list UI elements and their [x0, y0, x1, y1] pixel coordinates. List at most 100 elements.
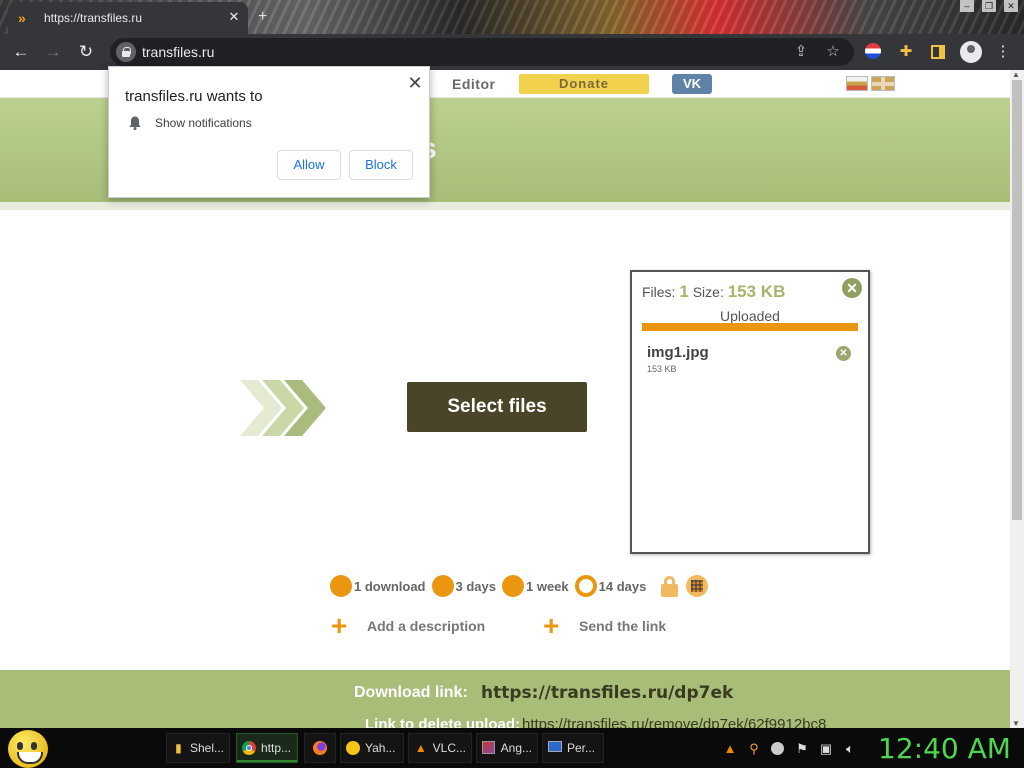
- forward-icon[interactable]: →: [43, 42, 63, 62]
- browser-tab-strip: » https://transfiles.ru ✕ + – ❐ ✕: [0, 0, 1024, 34]
- files-label: Files:: [642, 284, 676, 300]
- bell-icon: [129, 116, 141, 130]
- qr-code-icon[interactable]: [686, 575, 709, 597]
- taskbar-item-yahoo[interactable]: Yah...: [340, 733, 404, 763]
- search-tray-icon[interactable]: ⚲: [746, 741, 762, 757]
- taskbar-clock[interactable]: 12:40 AM: [878, 732, 1011, 765]
- option-label: 1 download: [354, 578, 426, 594]
- lock-icon[interactable]: [116, 42, 136, 62]
- page-scrollbar[interactable]: ▲ ▼: [1010, 70, 1024, 728]
- files-count: 1: [679, 282, 689, 301]
- option-label: 1 week: [525, 578, 569, 594]
- block-button[interactable]: Block: [349, 150, 413, 180]
- radio-icon[interactable]: [501, 575, 524, 597]
- nav-editor-link[interactable]: Editor: [452, 76, 495, 92]
- firefox-icon: [313, 741, 327, 755]
- taskbar-item-shell[interactable]: ▮ Shel...: [166, 733, 230, 763]
- password-lock-icon[interactable]: [660, 575, 679, 597]
- task-label: Shel...: [189, 741, 224, 755]
- scrollbar-thumb[interactable]: [1012, 80, 1022, 520]
- browser-toolbar: ← → ↻ transfiles.ru ⇪ ☆ ✚ ⋮: [0, 34, 1024, 70]
- reload-icon[interactable]: ↻: [76, 42, 96, 62]
- notification-permission-dialog: transfiles.ru wants to ✕ Show notificati…: [108, 66, 430, 198]
- taskbar-item-firefox[interactable]: [304, 733, 336, 763]
- bookmark-star-icon[interactable]: ☆: [824, 43, 842, 61]
- yahoo-messenger-icon: [346, 741, 360, 755]
- url-text[interactable]: transfiles.ru: [142, 44, 214, 60]
- window-close-icon[interactable]: ✕: [1004, 0, 1018, 12]
- monitor-icon: [548, 741, 562, 755]
- plus-icon[interactable]: +: [331, 612, 353, 640]
- task-label: VLC...: [432, 741, 466, 755]
- taskbar-item-per[interactable]: Per...: [542, 733, 604, 763]
- option-1-download[interactable]: 1 download: [330, 575, 426, 597]
- tab-title: https://transfiles.ru: [44, 11, 143, 25]
- language-en-flag-icon[interactable]: [871, 76, 895, 91]
- transfiles-favicon-icon: »: [18, 10, 26, 26]
- download-link-label: Download link:: [354, 684, 468, 701]
- expiry-options: 1 download 3 days 1 week 14 days: [330, 573, 709, 599]
- language-ru-flag-icon[interactable]: [846, 76, 868, 91]
- file-name: img1.jpg: [647, 344, 709, 361]
- task-label: Yah...: [365, 741, 396, 755]
- radio-selected-icon[interactable]: [574, 575, 597, 597]
- back-icon[interactable]: ←: [11, 42, 31, 62]
- new-tab-icon[interactable]: +: [258, 8, 267, 26]
- network-tray-icon[interactable]: ▣: [818, 741, 834, 757]
- messenger-tray-icon[interactable]: [770, 741, 786, 757]
- taskbar-item-ang[interactable]: Ang...: [476, 733, 538, 763]
- extensions-puzzle-icon[interactable]: ✚: [897, 43, 915, 61]
- address-bar[interactable]: transfiles.ru ⇪ ☆: [110, 38, 854, 66]
- os-taskbar: ▮ Shel... http... Yah... ▲ VLC... Ang...: [0, 728, 1024, 768]
- remove-file-icon[interactable]: ✕: [836, 346, 851, 361]
- menu-kebab-icon[interactable]: ⋮: [994, 43, 1012, 61]
- taskbar-item-chrome[interactable]: http...: [236, 733, 298, 763]
- app-icon: [482, 741, 496, 755]
- donate-button[interactable]: Donate: [519, 74, 649, 94]
- start-button-smiley-icon[interactable]: [8, 730, 48, 768]
- scroll-up-icon[interactable]: ▲: [1012, 70, 1020, 79]
- allow-button[interactable]: Allow: [277, 150, 341, 180]
- profile-flag-icon[interactable]: [865, 43, 883, 61]
- scroll-down-icon[interactable]: ▼: [1012, 719, 1020, 728]
- delete-link[interactable]: https://transfiles.ru/remove/dp7ek/62f99…: [522, 716, 826, 728]
- radio-icon[interactable]: [330, 575, 352, 597]
- maximize-icon[interactable]: ❐: [982, 0, 996, 12]
- upload-progress-fill: [642, 323, 858, 331]
- vlc-icon: ▲: [414, 741, 427, 755]
- vlc-tray-icon[interactable]: ▲: [722, 741, 738, 757]
- add-description-link[interactable]: Add a description: [367, 618, 485, 634]
- add-description-row[interactable]: + Add a description: [331, 612, 485, 640]
- uploaded-files-panel: Files: 1 Size: 153 KB ✕ Uploaded img1.jp…: [630, 270, 870, 554]
- task-label: Per...: [567, 741, 596, 755]
- dialog-close-icon[interactable]: ✕: [406, 73, 424, 94]
- size-label: Size:: [692, 284, 724, 300]
- radio-icon[interactable]: [431, 575, 454, 597]
- option-14-days[interactable]: 14 days: [574, 575, 646, 597]
- dialog-title: transfiles.ru wants to: [125, 88, 263, 105]
- download-link[interactable]: https://transfiles.ru/dp7ek: [481, 683, 733, 703]
- minimize-icon[interactable]: –: [960, 0, 974, 12]
- option-3-days[interactable]: 3 days: [431, 575, 496, 597]
- taskbar-item-vlc[interactable]: ▲ VLC...: [408, 733, 472, 763]
- clear-files-icon[interactable]: ✕: [842, 278, 862, 298]
- share-icon[interactable]: ⇪: [792, 43, 810, 61]
- send-link-row[interactable]: + Send the link: [543, 612, 666, 640]
- tab-close-icon[interactable]: ✕: [226, 9, 242, 25]
- side-panel-icon[interactable]: [929, 43, 947, 61]
- window-controls: – ❐ ✕: [960, 0, 1018, 14]
- vk-button[interactable]: VK: [672, 74, 712, 94]
- option-1-week[interactable]: 1 week: [501, 575, 569, 597]
- delete-link-label: Link to delete upload:: [365, 716, 521, 728]
- flag-tray-icon[interactable]: ⚑: [794, 741, 810, 757]
- transfer-arrows-icon: [240, 380, 326, 436]
- select-files-button[interactable]: Select files: [407, 382, 587, 432]
- plus-icon[interactable]: +: [543, 612, 565, 640]
- upload-progress-bar: [642, 323, 858, 331]
- send-link-link[interactable]: Send the link: [579, 618, 666, 634]
- volume-tray-icon[interactable]: 🔈︎: [842, 741, 858, 757]
- account-avatar-icon[interactable]: [960, 41, 982, 63]
- browser-tab[interactable]: » https://transfiles.ru ✕: [8, 2, 248, 34]
- task-label: Ang...: [500, 741, 532, 755]
- links-footer: Download link: https://transfiles.ru/dp7…: [0, 670, 1010, 728]
